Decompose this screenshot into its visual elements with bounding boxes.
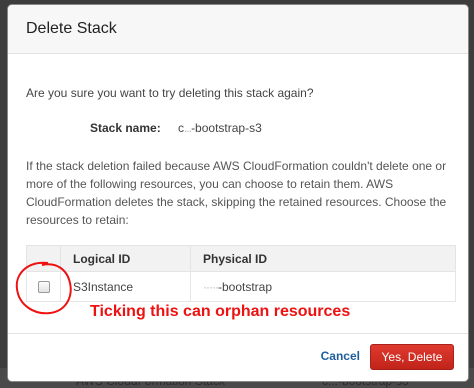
dialog-footer: Cancel Yes, Delete	[8, 333, 468, 381]
cancel-button[interactable]: Cancel	[321, 349, 360, 363]
stack-name-value: -bootstrap-s3	[191, 121, 262, 135]
stack-name-label: Stack name:	[90, 121, 161, 135]
red-circle-annotation	[15, 261, 72, 315]
resources-table: Logical ID Physical ID S3Instance ·····-…	[26, 245, 456, 302]
dialog-header: Delete Stack	[8, 5, 468, 54]
table-header-row: Logical ID Physical ID	[26, 245, 456, 272]
table-row: S3Instance ·····-bootstrap	[26, 271, 456, 302]
delete-stack-dialog: Delete Stack Are you sure you want to tr…	[7, 4, 469, 382]
stack-name-row: Stack name: c...-bootstrap-s3	[90, 119, 262, 137]
dialog-title: Delete Stack	[26, 20, 117, 37]
physical-id-cell: ·····-bootstrap	[190, 271, 456, 302]
yes-delete-button[interactable]: Yes, Delete	[370, 344, 454, 370]
header-logical-id: Logical ID	[60, 245, 191, 272]
physical-id-value: -bootstrap	[217, 279, 273, 294]
confirm-text: Are you sure you want to try deleting th…	[26, 86, 314, 100]
redaction-mark: ...	[184, 121, 192, 135]
orphan-warning-annotation: Ticking this can orphan resources	[90, 303, 351, 320]
logical-id-cell: S3Instance	[60, 271, 191, 302]
header-physical-id: Physical ID	[190, 245, 456, 272]
redaction-mark: ·····	[203, 279, 219, 294]
explanation-text: If the stack deletion failed because AWS…	[26, 159, 447, 227]
